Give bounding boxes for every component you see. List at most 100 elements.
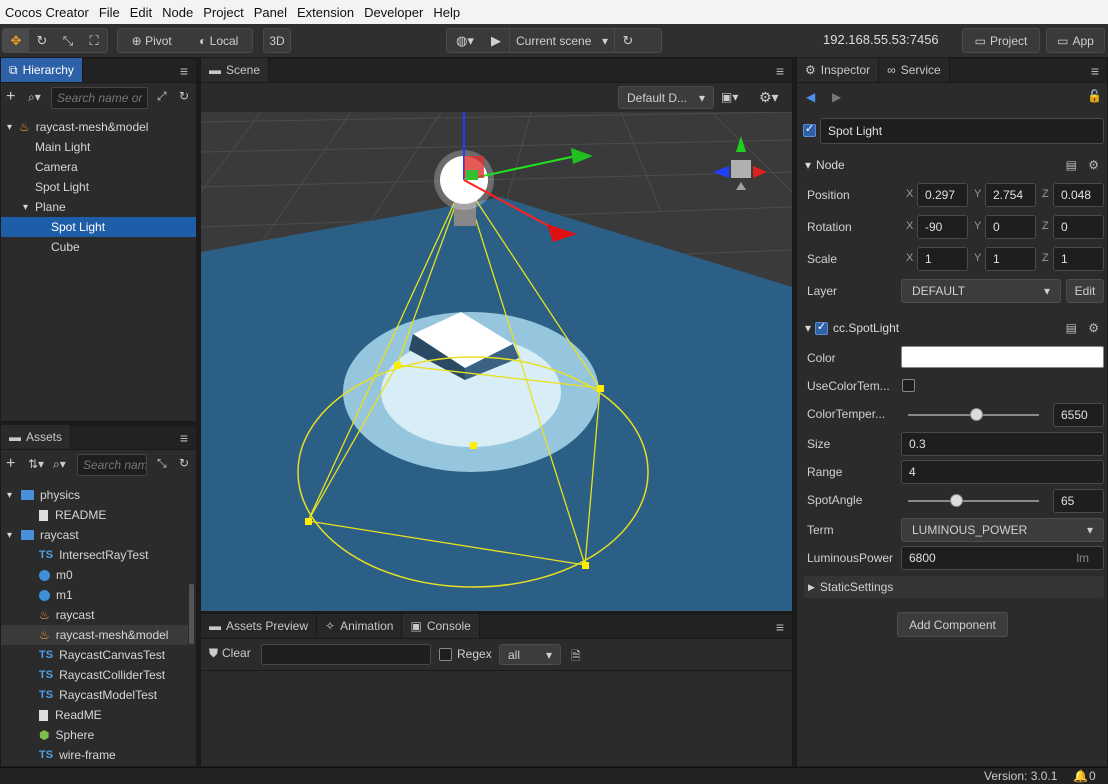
size-input[interactable]: 0.3 — [901, 432, 1104, 456]
panel-menu-icon[interactable]: ≡ — [776, 63, 784, 79]
spot-angle-input[interactable]: 65 — [1053, 489, 1104, 513]
position-x-input[interactable]: 0.297 — [917, 183, 968, 207]
camera-settings-icon[interactable]: ▣▾ — [721, 90, 738, 104]
tab-service[interactable]: ∞ Service — [879, 58, 950, 82]
spot-angle-slider[interactable] — [908, 500, 1039, 502]
platform-globe-icon[interactable]: ◍▾ — [447, 29, 483, 52]
chevron-down-icon[interactable]: ▾ — [7, 530, 21, 541]
tab-hierarchy[interactable]: ⧉ Hierarchy — [1, 58, 83, 82]
console-filter-input[interactable] — [261, 644, 431, 665]
scale-z-input[interactable]: 1 — [1053, 247, 1104, 271]
term-select[interactable]: LUMINOUS_POWER ▾ — [901, 518, 1104, 542]
refresh-icon[interactable]: ↻ — [179, 456, 189, 470]
color-temperature-input[interactable]: 6550 — [1053, 403, 1104, 427]
chevron-down-icon[interactable]: ▾ — [7, 490, 21, 501]
position-y-input[interactable]: 2.754 — [985, 183, 1036, 207]
tab-console[interactable]: ▣ Console — [402, 614, 480, 638]
panel-menu-icon[interactable]: ≡ — [776, 619, 784, 635]
node-active-checkbox[interactable] — [803, 122, 816, 137]
tab-assets-preview[interactable]: ▬ Assets Preview — [201, 614, 318, 638]
forward-arrow-icon[interactable]: ▶ — [832, 90, 841, 104]
regex-checkbox[interactable] — [439, 648, 452, 661]
gear-icon[interactable]: ⚙ — [1088, 321, 1099, 335]
asset-item[interactable]: ReadME — [1, 705, 188, 725]
hierarchy-node[interactable]: Camera — [1, 157, 196, 177]
tab-inspector[interactable]: ⚙ Inspector — [797, 58, 880, 82]
layer-select[interactable]: DEFAULT ▾ — [901, 279, 1061, 303]
preview-ip-address[interactable]: 192.168.55.53:7456 — [823, 32, 939, 47]
menu-item-developer[interactable]: Developer — [359, 5, 428, 20]
pivot-button[interactable]: ⊕ Pivot — [132, 34, 172, 48]
open-project-button[interactable]: ▭ Project — [962, 28, 1040, 53]
rotation-z-input[interactable]: 0 — [1053, 215, 1104, 239]
rotate-tool-icon[interactable]: ↻ — [29, 29, 55, 52]
collapse-icon[interactable]: ⤡ — [157, 456, 167, 471]
sort-icon[interactable]: ⇅▾ — [28, 457, 44, 471]
assets-scrollbar[interactable] — [189, 584, 194, 644]
clear-button[interactable]: ⛊ Clear — [209, 646, 251, 661]
camera-select[interactable]: Default D... ▾ — [618, 86, 714, 109]
asset-item[interactable]: TS RaycastCanvasTest — [1, 645, 188, 665]
hierarchy-node[interactable]: Main Light — [1, 137, 196, 157]
move-tool-icon[interactable]: ✥ — [3, 29, 29, 52]
gear-icon[interactable]: ⚙▾ — [759, 89, 779, 106]
menu-item-edit[interactable]: Edit — [125, 5, 157, 20]
component-enabled-checkbox[interactable] — [815, 320, 829, 335]
panel-menu-icon[interactable]: ≡ — [1091, 63, 1099, 79]
menu-item-extension[interactable]: Extension — [292, 5, 359, 20]
open-log-icon[interactable]: 🗎 — [571, 647, 581, 668]
add-asset-icon[interactable]: + — [6, 455, 15, 473]
luminous-power-input[interactable]: 6800 lm — [901, 546, 1104, 570]
add-component-button[interactable]: Add Component — [897, 612, 1008, 637]
asset-item[interactable]: TS RaycastColliderTest — [1, 665, 188, 685]
log-level-select[interactable]: all ▾ — [499, 644, 561, 665]
menu-item-help[interactable]: Help — [428, 5, 465, 20]
asset-item[interactable]: TS RaycastModelTest — [1, 685, 188, 705]
notification-icon[interactable]: 🔔 — [1073, 769, 1088, 783]
refresh-icon[interactable]: ↻ — [615, 29, 641, 52]
gear-icon[interactable]: ⚙ — [1088, 158, 1099, 172]
scale-tool-icon[interactable]: ⤡ — [55, 29, 81, 52]
hierarchy-node[interactable]: ▾ Plane — [1, 197, 196, 217]
use-color-temperature-checkbox[interactable] — [902, 379, 915, 392]
asset-item[interactable]: ♨ raycast — [1, 605, 188, 625]
lock-icon[interactable]: 🔓 — [1087, 89, 1102, 103]
scene-select[interactable]: Current scene ▾ — [509, 29, 615, 52]
asset-item[interactable]: ⬢ Sphere — [1, 725, 188, 745]
node-section-header[interactable]: ▾ Node ▤ ⚙ — [805, 154, 1103, 176]
menu-item-node[interactable]: Node — [157, 5, 198, 20]
chevron-down-icon[interactable]: ▾ — [7, 122, 19, 133]
play-icon[interactable]: ▶ — [483, 29, 509, 52]
hierarchy-search-input[interactable]: Search name or — [51, 87, 148, 109]
add-node-icon[interactable]: + — [6, 88, 15, 106]
tab-assets[interactable]: ▬ Assets — [1, 425, 72, 449]
search-icon[interactable]: ⌕▾ — [28, 90, 41, 105]
search-icon[interactable]: ⌕▾ — [53, 457, 66, 472]
position-z-input[interactable]: 0.048 — [1053, 183, 1104, 207]
panel-menu-icon[interactable]: ≡ — [180, 430, 188, 446]
layer-edit-button[interactable]: Edit — [1066, 279, 1104, 303]
book-icon[interactable]: ▤ — [1066, 321, 1077, 335]
scale-y-input[interactable]: 1 — [985, 247, 1036, 271]
hierarchy-node[interactable]: ▾ ♨ raycast-mesh&model — [1, 117, 196, 137]
menu-item-app[interactable]: Cocos Creator — [0, 5, 94, 20]
asset-item[interactable]: ▾ physics — [1, 485, 188, 505]
asset-item[interactable]: ▾ raycast — [1, 525, 188, 545]
asset-item[interactable]: ♨ raycast-mesh&model — [1, 625, 188, 645]
back-arrow-icon[interactable]: ◀ — [806, 90, 815, 104]
refresh-icon[interactable]: ↻ — [179, 89, 189, 103]
tab-animation[interactable]: ✧ Animation — [317, 614, 403, 638]
asset-item[interactable]: m1 — [1, 585, 188, 605]
asset-item[interactable]: README — [1, 505, 188, 525]
chevron-down-icon[interactable]: ▾ — [23, 202, 35, 213]
rotation-y-input[interactable]: 0 — [985, 215, 1036, 239]
menu-item-project[interactable]: Project — [198, 5, 248, 20]
rotation-x-input[interactable]: -90 — [917, 215, 968, 239]
static-settings-header[interactable]: ▶ StaticSettings — [804, 576, 1104, 598]
rect-tool-icon[interactable]: ⛶ — [81, 29, 107, 52]
hierarchy-node[interactable]: Spot Light — [1, 217, 196, 237]
node-name-input[interactable]: Spot Light — [820, 118, 1104, 144]
tab-scene[interactable]: ▬ Scene — [201, 58, 270, 82]
asset-item[interactable]: TS IntersectRayTest — [1, 545, 188, 565]
asset-item[interactable]: TS wire-frame — [1, 745, 188, 765]
